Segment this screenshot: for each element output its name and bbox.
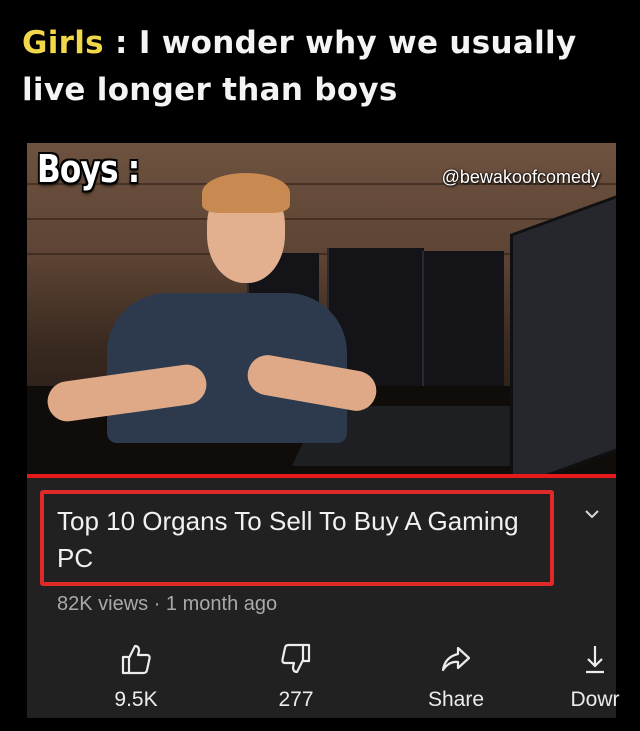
caption-lead: Girls <box>22 25 104 61</box>
caption-text: : I wonder why we usually live longer th… <box>22 25 577 108</box>
video-title[interactable]: Top 10 Organs To Sell To Buy A Gaming PC <box>57 503 537 577</box>
video-meta: 82K views · 1 month ago <box>57 593 278 615</box>
laptop-screen <box>510 191 616 476</box>
video-player[interactable]: Boys : @bewakoofcomedy <box>27 143 616 476</box>
like-button[interactable]: 9.5K <box>86 642 186 712</box>
share-label: Share <box>427 688 485 711</box>
download-label: Dowr <box>570 688 620 711</box>
overlay-label: Boys : <box>37 147 140 191</box>
like-count: 9.5K <box>114 688 158 711</box>
person-hair <box>202 173 290 213</box>
download-button[interactable]: Dowr <box>555 642 635 712</box>
share-arrow-icon <box>441 646 471 672</box>
meme-caption: Girls : I wonder why we usually live lon… <box>22 20 622 114</box>
thumbs-up-icon <box>121 644 151 675</box>
chevron-down-icon[interactable] <box>580 502 604 526</box>
dislike-button[interactable]: 277 <box>246 642 346 712</box>
screenshot-border <box>0 718 640 731</box>
download-icon <box>586 646 604 674</box>
thumbs-down-icon <box>281 643 311 674</box>
ceiling-plank <box>27 218 616 220</box>
share-button[interactable]: Share <box>406 642 506 712</box>
pc-tower <box>422 251 504 396</box>
dislike-count: 277 <box>278 688 314 711</box>
watermark: @bewakoofcomedy <box>441 167 600 187</box>
